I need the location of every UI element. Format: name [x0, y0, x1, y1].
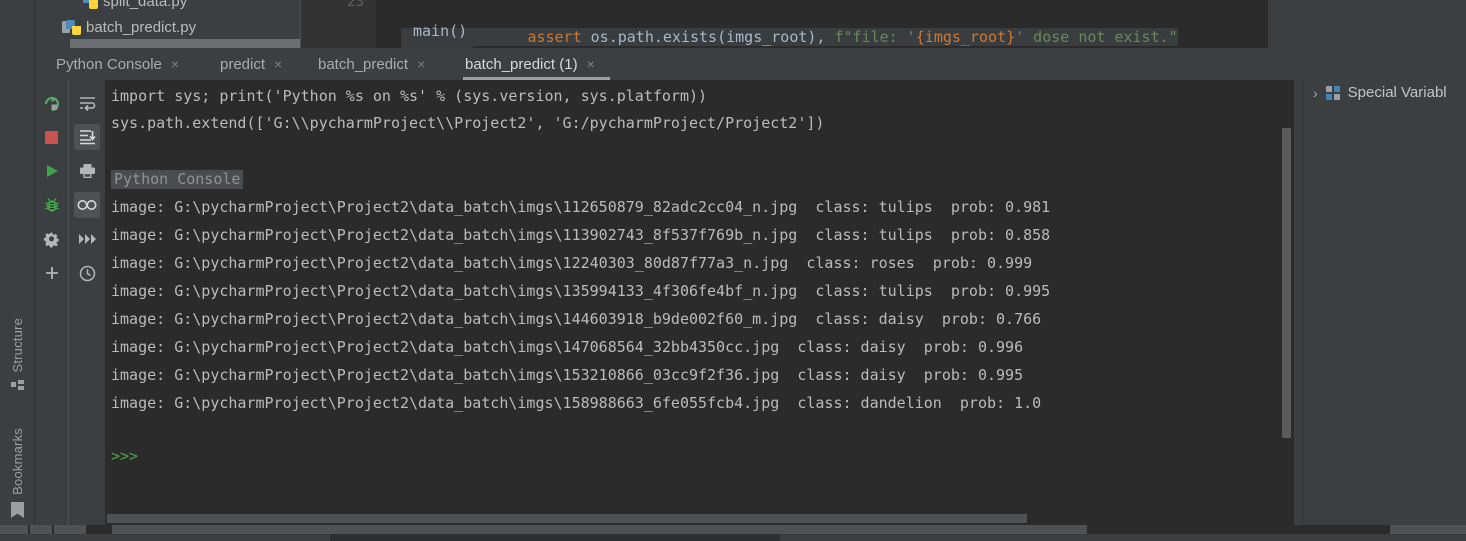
left-tool-strip: Structure Bookmarks	[0, 0, 35, 541]
console-header-line: sys.path.extend(['G:\\pycharmProject\\Pr…	[111, 114, 825, 132]
console-header-line: import sys; print('Python %s on %s' % (s…	[111, 87, 708, 105]
execute-multiline-icon[interactable]	[74, 226, 100, 252]
code-token-indent	[491, 28, 527, 46]
python-file-icon	[83, 0, 98, 9]
pycharm-window: split_data.py batch_predict.py 23 assert…	[0, 0, 1466, 541]
special-variables-label: Special Variabl	[1347, 84, 1447, 101]
scrollbar-thumb[interactable]	[112, 525, 1087, 534]
special-variables-row[interactable]: › Special Variabl	[1303, 84, 1447, 101]
bookmarks-label: Bookmarks	[10, 428, 25, 495]
console-output-line: image: G:\pycharmProject\Project2\data_b…	[111, 254, 1033, 272]
top-strip: split_data.py batch_predict.py 23 assert…	[0, 0, 1466, 64]
status-segment-right	[780, 534, 1466, 541]
special-variables-panel: › Special Variabl	[1302, 80, 1466, 525]
scrollbar-thumb[interactable]	[107, 514, 1027, 523]
status-segment-mid	[330, 534, 780, 541]
stop-icon[interactable]	[39, 124, 65, 150]
tab-label: batch_predict	[318, 55, 409, 73]
close-icon[interactable]: ×	[587, 57, 595, 71]
status-segment-left	[0, 534, 330, 541]
close-icon[interactable]: ×	[171, 57, 179, 71]
run-icon[interactable]	[39, 158, 65, 184]
tab-python-console[interactable]: Python Console ×	[54, 48, 181, 80]
console-vertical-scrollbar[interactable]	[1282, 128, 1291, 438]
console-output-line: image: G:\pycharmProject\Project2\data_b…	[111, 394, 1042, 412]
window-horizontal-scrollbar[interactable]	[0, 525, 1466, 534]
debug-bug-icon[interactable]	[39, 192, 65, 218]
python-file-icon	[62, 20, 81, 35]
editor-right-filler	[1268, 0, 1466, 48]
tab-label: batch_predict (1)	[465, 55, 578, 73]
tree-item-label: batch_predict.py	[86, 19, 197, 36]
tool-window-structure[interactable]: Structure	[0, 318, 35, 393]
code-token-interp: {imgs_root}	[915, 28, 1016, 46]
line-number: 23	[347, 0, 364, 10]
console-output-line: image: G:\pycharmProject\Project2\data_b…	[111, 338, 1024, 356]
status-bar	[0, 534, 1466, 541]
chevron-right-icon[interactable]: ›	[1313, 86, 1318, 100]
code-token-fstring-close: ' dose not exist."	[1015, 28, 1178, 46]
console-name-badge: Python Console	[111, 170, 244, 189]
project-tree-panel: split_data.py batch_predict.py	[35, 0, 300, 50]
code-token-expr: os.path.exists(imgs_root),	[581, 28, 835, 46]
editor-main-call[interactable]: main()	[413, 22, 467, 40]
close-icon[interactable]: ×	[417, 57, 425, 71]
scrollbar-segment[interactable]	[0, 525, 28, 534]
console-output-line: image: G:\pycharmProject\Project2\data_b…	[111, 198, 1051, 216]
tree-item-split-data[interactable]: split_data.py	[83, 0, 187, 10]
console-horizontal-scrollbar[interactable]	[105, 512, 1294, 525]
print-icon[interactable]	[74, 158, 100, 184]
tab-batch-predict[interactable]: batch_predict ×	[316, 48, 427, 80]
console-output-line: image: G:\pycharmProject\Project2\data_b…	[111, 226, 1051, 244]
tab-batch-predict-1[interactable]: batch_predict (1) ×	[463, 48, 610, 80]
python-console-output[interactable]: import sys; print('Python %s on %s' % (s…	[105, 80, 1294, 525]
bookmark-icon	[11, 501, 24, 518]
rerun-icon[interactable]	[39, 90, 65, 116]
add-plus-icon[interactable]	[39, 260, 65, 286]
console-tab-bar: Python Console × predict × batch_predict…	[35, 48, 1294, 80]
scrollbar-segment[interactable]	[1390, 525, 1466, 534]
show-variables-icon[interactable]	[74, 192, 100, 218]
scrollbar-segment[interactable]	[54, 525, 86, 534]
tab-label: predict	[220, 55, 266, 73]
tree-item-batch-predict[interactable]: batch_predict.py	[62, 19, 197, 36]
tool-window-bookmarks[interactable]: Bookmarks	[0, 428, 35, 518]
code-token-assert: assert	[527, 28, 582, 46]
history-clock-icon[interactable]	[74, 260, 100, 286]
settings-gear-icon[interactable]	[39, 226, 65, 252]
code-token-fstring-open: f"file: '	[834, 28, 916, 46]
console-prompt[interactable]: >>>	[111, 448, 138, 465]
console-output-line: image: G:\pycharmProject\Project2\data_b…	[111, 366, 1024, 384]
soft-wrap-icon[interactable]	[74, 90, 100, 116]
console-right-gap	[1294, 80, 1302, 525]
console-output-line: image: G:\pycharmProject\Project2\data_b…	[111, 282, 1051, 300]
scroll-to-end-icon[interactable]	[74, 124, 100, 150]
editor-pane: 23 assert os.path.exists(imgs_root), f"f…	[300, 0, 1268, 64]
console-output-line: image: G:\pycharmProject\Project2\data_b…	[111, 310, 1042, 328]
console-toolbar-secondary	[68, 80, 105, 525]
close-icon[interactable]: ×	[274, 57, 282, 71]
tab-label: Python Console	[56, 55, 162, 73]
tree-item-label: split_data.py	[103, 0, 188, 10]
special-variables-icon	[1325, 85, 1340, 100]
structure-label: Structure	[10, 318, 25, 373]
structure-icon	[11, 379, 24, 393]
scrollbar-segment[interactable]	[30, 525, 52, 534]
console-toolbar-primary	[35, 80, 68, 525]
editor-gutter: 23	[301, 0, 376, 48]
tab-predict[interactable]: predict ×	[218, 48, 284, 80]
